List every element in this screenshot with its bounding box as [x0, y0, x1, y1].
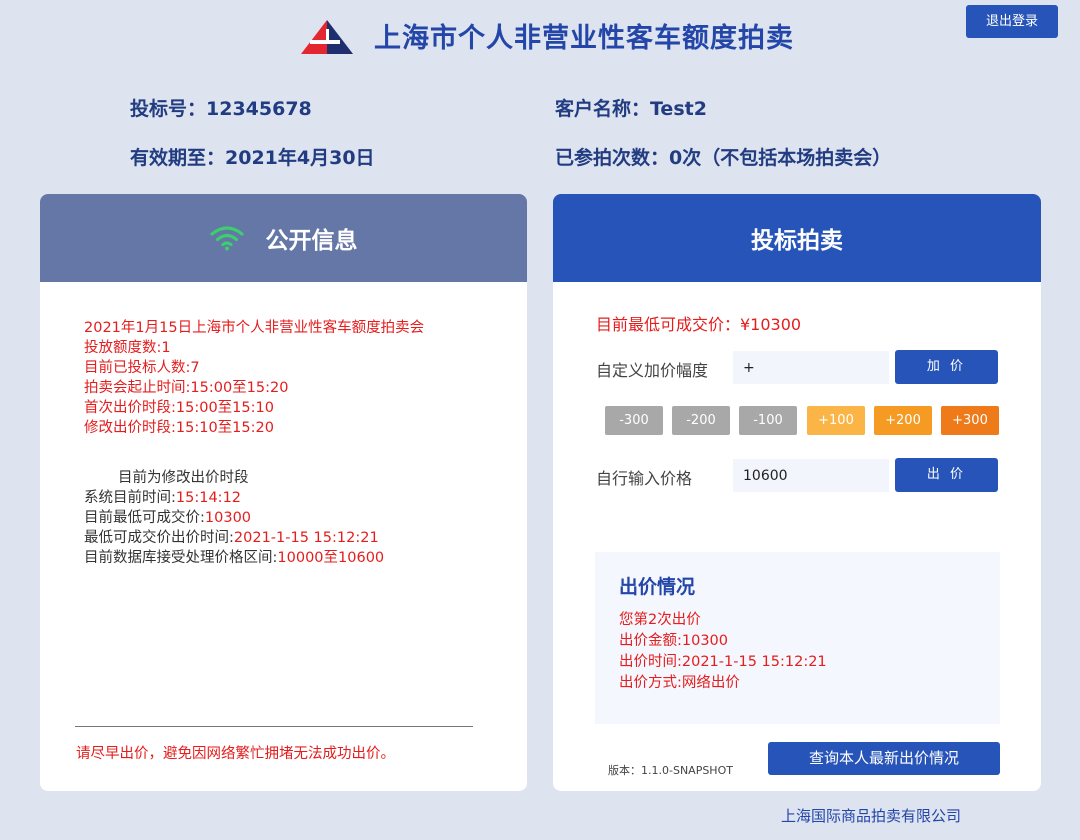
app-title: 上海市个人非营业性客车额度拍卖 — [374, 23, 794, 54]
bid-status-line: 出价时间:2021-1-15 15:12:21 — [619, 654, 827, 670]
bidding-panel: 投标拍卖 目前最低可成交价：¥10300 自定义加价幅度 加 价 -300 -2… — [553, 194, 1041, 791]
step-plus-200-button[interactable]: +200 — [874, 406, 932, 435]
bid-status-box: 出价情况 您第2次出价 出价金额:10300 出价时间:2021-1-15 15… — [595, 552, 1000, 724]
phase-text: 目前为修改出价时段 — [118, 470, 249, 486]
auction-info-line: 投放额度数:1 — [84, 340, 171, 356]
bid-status-lines: 您第2次出价 出价金额:10300 出价时间:2021-1-15 15:12:2… — [619, 610, 827, 694]
logout-button[interactable]: 退出登录 — [966, 5, 1058, 38]
public-info-header: 公开信息 — [40, 194, 527, 282]
bidding-title: 投标拍卖 — [751, 228, 843, 254]
version-label: 版本：1.1.0-SNAPSHOT — [608, 764, 733, 777]
valid-until: 有效期至：2021年4月30日 — [130, 147, 375, 169]
status-label: 目前最低可成交价: — [84, 510, 205, 526]
step-minus-200-button[interactable]: -200 — [672, 406, 730, 435]
status-line: 最低可成交价出价时间:2021-1-15 15:12:21 — [84, 528, 384, 548]
status-label: 系统目前时间: — [84, 490, 176, 506]
auction-info-line: 2021年1月15日上海市个人非营业性客车额度拍卖会 — [84, 320, 425, 336]
wifi-icon — [209, 226, 244, 251]
submit-bid-button[interactable]: 出 价 — [895, 458, 998, 492]
bid-number: 投标号：12345678 — [130, 98, 312, 120]
status-value: 10300 — [204, 510, 252, 526]
bid-status-line: 出价方式:网络出价 — [619, 675, 740, 691]
public-info-panel: 公开信息 2021年1月15日上海市个人非营业性客车额度拍卖会 投放额度数:1 … — [40, 194, 527, 791]
manual-price-label: 自行输入价格 — [596, 469, 693, 488]
status-value: 2021-1-15 15:12:21 — [233, 530, 379, 546]
bid-status-line: 您第2次出价 — [619, 612, 701, 628]
step-plus-300-button[interactable]: +300 — [941, 406, 999, 435]
company-name: 上海国际商品拍卖有限公司 — [781, 807, 962, 825]
auction-info-line: 拍卖会起止时间:15:00至15:20 — [84, 380, 289, 396]
bidding-header: 投标拍卖 — [553, 194, 1041, 282]
customer-name: 客户名称：Test2 — [555, 98, 707, 120]
status-label: 目前数据库接受处理价格区间: — [84, 550, 278, 566]
status-line: 目前最低可成交价:10300 — [84, 508, 384, 528]
custom-increment-label: 自定义加价幅度 — [596, 361, 709, 380]
manual-price-input[interactable] — [733, 459, 889, 492]
step-minus-100-button[interactable]: -100 — [739, 406, 797, 435]
status-value: 15:14:12 — [175, 490, 242, 506]
step-minus-300-button[interactable]: -300 — [605, 406, 663, 435]
auction-info-line: 目前已投标人数:7 — [84, 360, 200, 376]
bid-early-warning: 请尽早出价，避免因网络繁忙拥堵无法成功出价。 — [76, 746, 395, 762]
auction-info-line: 修改出价时段:15:10至15:20 — [84, 420, 274, 436]
add-price-button[interactable]: 加 价 — [895, 350, 998, 384]
auction-info-block: 2021年1月15日上海市个人非营业性客车额度拍卖会 投放额度数:1 目前已投标… — [84, 318, 424, 438]
min-deal-price: 目前最低可成交价：¥10300 — [596, 315, 802, 334]
public-info-title: 公开信息 — [265, 228, 358, 254]
live-status-block: 目前为修改出价时段 系统目前时间:15:14:12 目前最低可成交价:10300… — [84, 468, 384, 568]
logo-icon — [301, 20, 353, 54]
query-latest-bid-button[interactable]: 查询本人最新出价情况 — [768, 742, 1000, 775]
status-line: 系统目前时间:15:14:12 — [84, 488, 384, 508]
header: 上海市个人非营业性客车额度拍卖 退出登录 — [0, 0, 1080, 80]
status-line: 目前数据库接受处理价格区间:10000至10600 — [84, 548, 384, 568]
divider — [75, 726, 473, 727]
auction-info-line: 首次出价时段:15:00至15:10 — [84, 400, 274, 416]
auction-count: 已参拍次数：0次（不包括本场拍卖会） — [555, 147, 892, 169]
bid-status-line: 出价金额:10300 — [619, 633, 729, 649]
status-value: 10000至10600 — [277, 550, 385, 566]
status-label: 最低可成交价出价时间: — [84, 530, 234, 546]
custom-increment-input[interactable] — [733, 351, 889, 384]
step-plus-100-button[interactable]: +100 — [807, 406, 865, 435]
bid-status-title: 出价情况 — [619, 576, 696, 598]
